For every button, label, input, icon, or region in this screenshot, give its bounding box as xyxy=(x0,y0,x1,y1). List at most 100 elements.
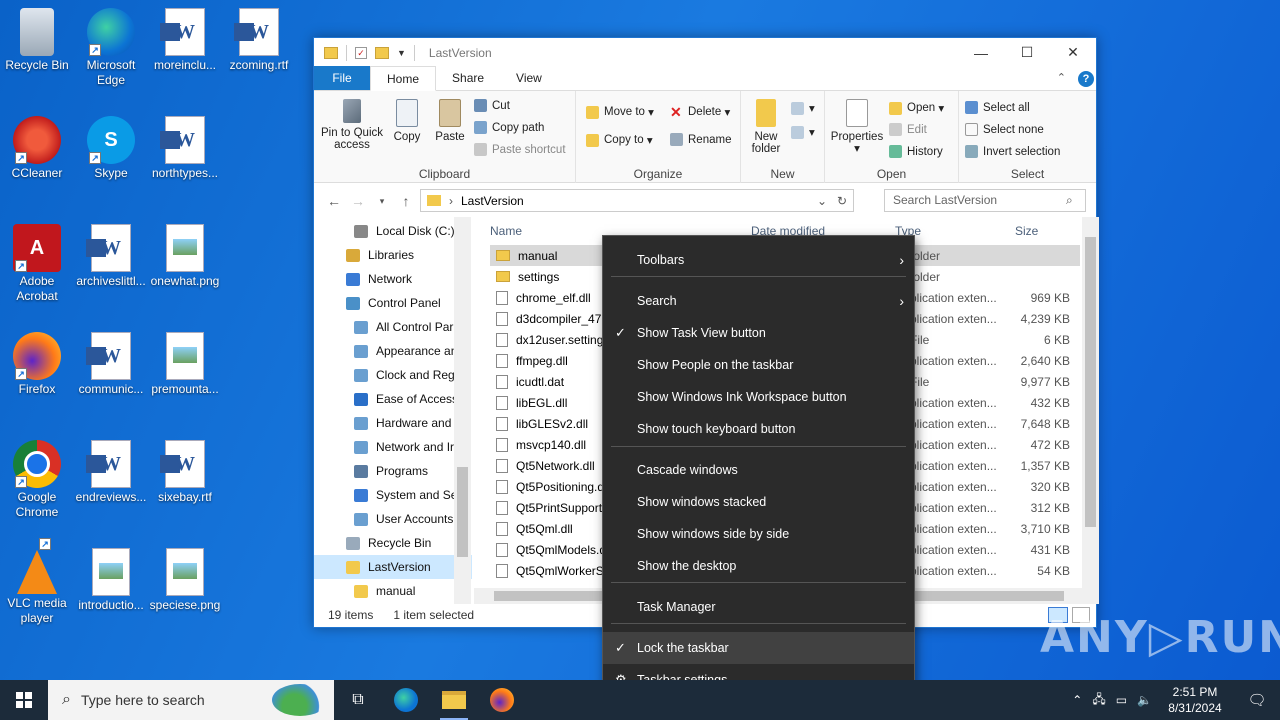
desktop-icon[interactable]: ↗ Microsoft Edge xyxy=(74,4,148,88)
start-button[interactable] xyxy=(0,680,48,720)
nav-item[interactable]: Clock and Regi xyxy=(314,363,472,387)
show-hidden-icons-icon[interactable]: ⌃ xyxy=(1072,693,1082,707)
tab-share[interactable]: Share xyxy=(436,66,500,90)
select-all-button[interactable]: Select all xyxy=(965,101,1030,114)
menu-item[interactable]: Show the desktop xyxy=(603,550,914,582)
desktop-icon[interactable]: Wzcoming.rtf xyxy=(222,4,296,73)
notification-icon[interactable]: 🗨 xyxy=(1234,691,1280,709)
desktop-icon[interactable]: S ↗ Skype xyxy=(74,112,148,181)
breadcrumb-chevron-icon[interactable]: › xyxy=(449,194,453,208)
nav-item[interactable]: manual xyxy=(314,579,472,603)
network-icon[interactable]: 🖧 xyxy=(1092,690,1105,711)
tab-home[interactable]: Home xyxy=(370,66,437,91)
search-highlight-icon[interactable] xyxy=(272,684,328,716)
nav-scrollbar[interactable] xyxy=(454,217,471,604)
task-view-icon[interactable]: ⧉ xyxy=(334,680,382,720)
recent-dropdown-icon[interactable]: ▾ xyxy=(370,196,394,207)
pin-quick-access-button[interactable]: Pin to Quick access xyxy=(318,99,386,151)
search-icon[interactable]: ⌕ xyxy=(1066,193,1073,208)
up-arrow-icon[interactable]: ↑ xyxy=(394,193,418,209)
desktop-icon[interactable]: ↗ Google Chrome xyxy=(0,436,74,520)
desktop-icon[interactable]: Wcommunic... xyxy=(74,328,148,397)
menu-item[interactable]: Toolbars › xyxy=(603,244,914,276)
copy-path-button[interactable]: Copy path xyxy=(474,121,544,134)
address-dropdown-icon[interactable]: ⌄ xyxy=(817,194,827,208)
refresh-icon[interactable]: ↻ xyxy=(837,194,847,208)
desktop-icon[interactable]: Warchiveslittl... xyxy=(74,220,148,289)
menu-item[interactable]: Show windows side by side xyxy=(603,518,914,550)
file-scrollbar[interactable] xyxy=(1082,217,1099,604)
menu-item[interactable]: Show Windows Ink Workspace button xyxy=(603,381,914,413)
firefox-taskbar-icon[interactable] xyxy=(478,680,526,720)
desktop-icon[interactable]: onewhat.png xyxy=(148,220,222,289)
nav-item[interactable]: Ease of Access xyxy=(314,387,472,411)
nav-item[interactable]: Hardware and xyxy=(314,411,472,435)
forward-arrow-icon[interactable]: → xyxy=(346,193,370,209)
invert-selection-button[interactable]: Invert selection xyxy=(965,145,1060,158)
clock[interactable]: 2:51 PM 8/31/2024 xyxy=(1156,684,1234,716)
cut-button[interactable]: Cut xyxy=(474,99,510,112)
move-to-button[interactable]: Move to ▾ xyxy=(586,105,654,119)
new-folder-button[interactable]: New folder xyxy=(745,99,787,155)
column-name[interactable]: Name xyxy=(490,224,522,238)
menu-item[interactable]: Cascade windows xyxy=(603,454,914,486)
close-button[interactable]: ✕ xyxy=(1050,38,1096,67)
desktop-icon[interactable]: Wendreviews... xyxy=(74,436,148,505)
back-arrow-icon[interactable]: ← xyxy=(322,193,346,209)
select-none-button[interactable]: Select none xyxy=(965,123,1044,136)
desktop-icon[interactable]: A ↗ Adobe Acrobat xyxy=(0,220,74,304)
menu-item[interactable]: Show windows stacked xyxy=(603,486,914,518)
nav-item[interactable]: Appearance an xyxy=(314,339,472,363)
desktop-icon[interactable]: Wsixebay.rtf xyxy=(148,436,222,505)
tab-view[interactable]: View xyxy=(500,66,558,90)
column-size[interactable]: Size xyxy=(1015,224,1038,238)
desktop-icon[interactable]: introductio... xyxy=(74,544,148,613)
paste-button[interactable]: Paste xyxy=(430,99,470,143)
edge-taskbar-icon[interactable] xyxy=(382,680,430,720)
new-item-button[interactable]: ▾ xyxy=(791,101,815,115)
menu-item[interactable]: Task Manager xyxy=(603,591,914,623)
taskbar-search-box[interactable]: ⌕ Type here to search xyxy=(48,680,334,720)
desktop-icon[interactable]: Wmoreinclu... xyxy=(148,4,222,73)
menu-item[interactable]: Search › xyxy=(603,285,914,317)
ethernet-icon[interactable]: ▭ xyxy=(1116,693,1127,707)
volume-icon[interactable]: 🔈 xyxy=(1137,693,1152,707)
quick-access-dropdown-icon[interactable]: ▼ xyxy=(397,48,406,58)
menu-item[interactable]: Show touch keyboard button xyxy=(603,413,914,445)
properties-button[interactable]: Properties ▾ xyxy=(829,99,885,155)
nav-item[interactable]: Control Panel xyxy=(314,291,472,315)
desktop-icon[interactable]: ↗ CCleaner xyxy=(0,112,74,181)
desktop-icon[interactable]: Recycle Bin xyxy=(0,4,74,73)
nav-item[interactable]: System and Se xyxy=(314,483,472,507)
desktop-icon[interactable]: speciese.png xyxy=(148,544,222,613)
desktop-icon[interactable]: Wnorthtypes... xyxy=(148,112,222,181)
file-explorer-taskbar-icon[interactable] xyxy=(430,680,478,720)
nav-item[interactable]: All Control Par xyxy=(314,315,472,339)
copy-to-button[interactable]: Copy to ▾ xyxy=(586,133,653,147)
title-bar[interactable]: ✓ ▼ LastVersion — ☐ ✕ xyxy=(314,38,1096,67)
easy-access-button[interactable]: ▾ xyxy=(791,125,815,139)
file-scroll-thumb[interactable] xyxy=(1085,237,1096,527)
nav-item[interactable]: LastVersion xyxy=(314,555,472,579)
history-button[interactable]: History xyxy=(889,145,943,158)
properties-quick-icon[interactable]: ✓ xyxy=(355,46,367,59)
nav-item[interactable]: Network xyxy=(314,267,472,291)
new-folder-quick-icon[interactable] xyxy=(375,46,389,59)
nav-item[interactable]: User Accounts xyxy=(314,507,472,531)
maximize-button[interactable]: ☐ xyxy=(1004,38,1050,67)
nav-item[interactable]: Local Disk (C:) xyxy=(314,219,472,243)
collapse-ribbon-icon[interactable]: ⌃ xyxy=(1057,71,1066,84)
edit-button[interactable]: Edit xyxy=(889,123,927,136)
nav-item[interactable]: Libraries xyxy=(314,243,472,267)
menu-item[interactable]: Show People on the taskbar xyxy=(603,349,914,381)
nav-item[interactable]: Recycle Bin xyxy=(314,531,472,555)
copy-button[interactable]: Copy xyxy=(388,99,426,143)
desktop-icon[interactable]: ↗ Firefox xyxy=(0,328,74,397)
nav-scroll-thumb[interactable] xyxy=(457,467,468,557)
menu-item[interactable]: ✓ Show Task View button xyxy=(603,317,914,349)
rename-button[interactable]: Rename xyxy=(670,133,731,146)
menu-item[interactable]: ✓ Lock the taskbar xyxy=(603,632,914,664)
address-bar[interactable]: › LastVersion ⌄ ↻ xyxy=(420,189,854,212)
paste-shortcut-button[interactable]: Paste shortcut xyxy=(474,143,566,156)
search-input[interactable]: Search LastVersion xyxy=(884,189,1086,212)
